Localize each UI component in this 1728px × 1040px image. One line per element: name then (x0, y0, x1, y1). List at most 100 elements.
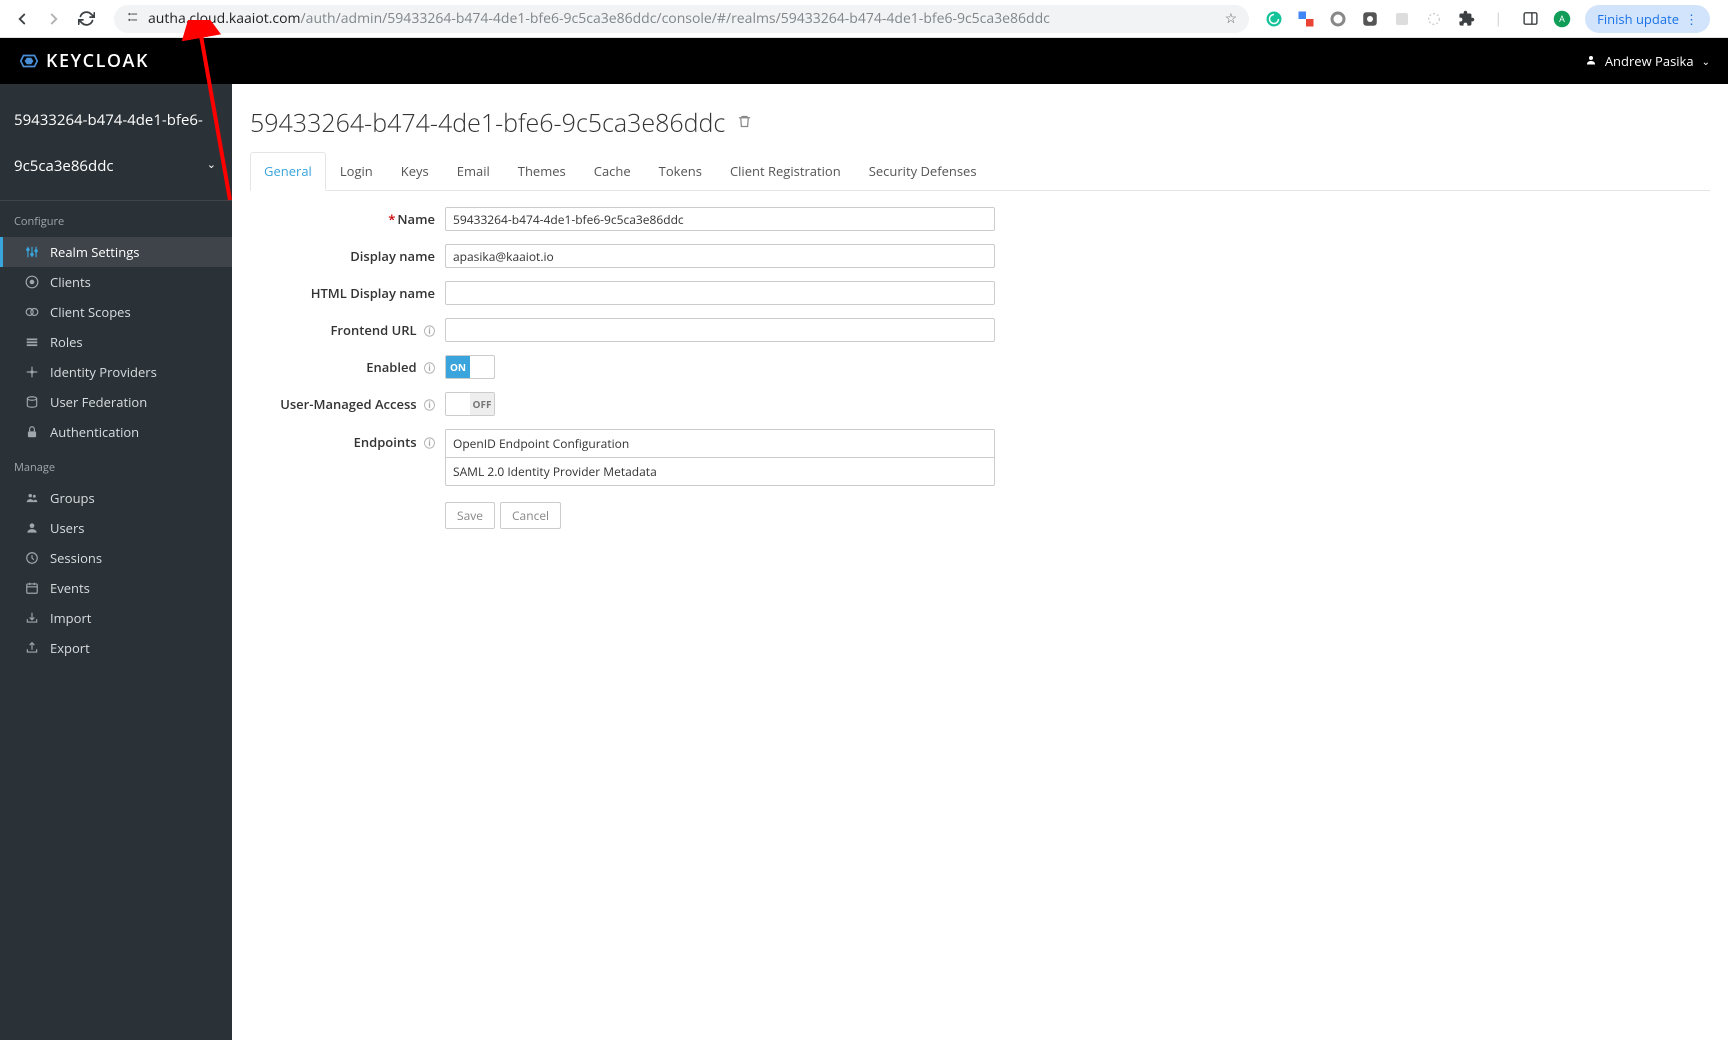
toggle-off-label: OFF (470, 393, 494, 415)
toggle-handle (446, 393, 470, 415)
logo[interactable]: KEYCLOAK (18, 49, 149, 73)
back-button[interactable] (10, 7, 34, 31)
save-button[interactable]: Save (445, 502, 495, 529)
user-menu[interactable]: Andrew Pasika ⌄ (1585, 52, 1710, 70)
url-domain: autha.cloud.kaaiot.com (148, 9, 301, 28)
keycloak-logo-icon (18, 50, 40, 72)
extensions-puzzle-icon[interactable] (1457, 10, 1475, 28)
trash-icon[interactable] (737, 112, 752, 134)
display-name-input[interactable] (445, 244, 995, 268)
tab-security-defenses[interactable]: Security Defenses (855, 152, 991, 190)
ext-icon-translate[interactable] (1297, 10, 1315, 28)
sidebar-item-label: Sessions (50, 549, 102, 567)
federation-icon (24, 395, 40, 409)
sidebar-item-label: Import (50, 609, 91, 627)
panel-toggle-icon[interactable] (1521, 10, 1539, 28)
sidebar-item-client-scopes[interactable]: Client Scopes (0, 297, 232, 327)
profile-avatar[interactable]: A (1553, 10, 1571, 28)
help-icon[interactable]: ⓘ (424, 361, 435, 376)
finish-update-button[interactable]: Finish update ⋮ (1585, 5, 1710, 33)
sidebar-item-users[interactable]: Users (0, 513, 232, 543)
sidebar-item-label: Realm Settings (50, 243, 139, 261)
form-actions: Save Cancel (250, 502, 1710, 529)
tab-keys[interactable]: Keys (387, 152, 443, 190)
sidebar-item-label: Authentication (50, 423, 139, 441)
sidebar-item-authentication[interactable]: Authentication (0, 417, 232, 447)
help-icon[interactable]: ⓘ (424, 436, 435, 451)
sidebar-item-label: Users (50, 519, 84, 537)
user-managed-access-toggle[interactable]: OFF (445, 392, 495, 416)
sidebar-item-realm-settings[interactable]: Realm Settings (0, 237, 232, 267)
export-icon (24, 641, 40, 655)
form-group-enabled: Enabled ⓘ ON (250, 355, 1710, 379)
sidebar-item-clients[interactable]: Clients (0, 267, 232, 297)
form-group-html-display-name: HTML Display name (250, 281, 1710, 305)
logo-text: KEYCLOAK (46, 49, 149, 73)
user-name: Andrew Pasika (1605, 52, 1694, 70)
sidebar-item-identity-providers[interactable]: Identity Providers (0, 357, 232, 387)
name-input[interactable] (445, 207, 995, 231)
tabs: General Login Keys Email Themes Cache To… (250, 152, 1710, 191)
endpoint-openid[interactable]: OpenID Endpoint Configuration (446, 430, 994, 458)
sidebar-item-label: User Federation (50, 393, 147, 411)
tab-client-registration[interactable]: Client Registration (716, 152, 855, 190)
bookmark-star-icon[interactable]: ☆ (1225, 9, 1238, 28)
sidebar-section-manage: Manage (0, 447, 232, 483)
clients-icon (24, 275, 40, 289)
sidebar-item-roles[interactable]: Roles (0, 327, 232, 357)
tab-tokens[interactable]: Tokens (645, 152, 716, 190)
more-icon: ⋮ (1685, 10, 1698, 28)
site-info-icon[interactable] (126, 10, 140, 28)
content: 59433264-b474-4de1-bfe6-9c5ca3e86ddc Gen… (232, 84, 1728, 1040)
sidebar-item-groups[interactable]: Groups (0, 483, 232, 513)
help-icon[interactable]: ⓘ (424, 324, 435, 339)
cancel-button[interactable]: Cancel (500, 502, 561, 529)
sidebar-item-import[interactable]: Import (0, 603, 232, 633)
import-icon (24, 611, 40, 625)
form-group-user-managed-access: User-Managed Access ⓘ OFF (250, 392, 1710, 416)
enabled-toggle[interactable]: ON (445, 355, 495, 379)
tab-general[interactable]: General (250, 152, 326, 191)
tab-login[interactable]: Login (326, 152, 387, 190)
sidebar-item-sessions[interactable]: Sessions (0, 543, 232, 573)
ext-icon-gray2[interactable] (1425, 10, 1443, 28)
tab-cache[interactable]: Cache (580, 152, 645, 190)
frontend-url-input[interactable] (445, 318, 995, 342)
user-icon (24, 521, 40, 535)
form-group-frontend-url: Frontend URL ⓘ (250, 318, 1710, 342)
realm-selector[interactable]: 59433264-b474-4de1-bfe6- 9c5ca3e86ddc ⌄ (0, 84, 232, 201)
scopes-icon (24, 305, 40, 319)
ext-icon-gray1[interactable] (1393, 10, 1411, 28)
sidebar-item-label: Groups (50, 489, 95, 507)
calendar-icon (24, 581, 40, 595)
address-bar[interactable]: autha.cloud.kaaiot.com/auth/admin/594332… (114, 5, 1249, 33)
ext-icon-circle[interactable] (1329, 10, 1347, 28)
ext-icon-app[interactable] (1361, 10, 1379, 28)
reload-button[interactable] (74, 7, 98, 31)
ext-icon-grammarly[interactable] (1265, 10, 1283, 28)
label-endpoints: Endpoints ⓘ (250, 429, 445, 451)
browser-bar: autha.cloud.kaaiot.com/auth/admin/594332… (0, 0, 1728, 38)
sidebar-item-events[interactable]: Events (0, 573, 232, 603)
realm-name-line2: 9c5ca3e86ddc (14, 154, 218, 178)
label-display-name: Display name (250, 247, 445, 265)
help-icon[interactable]: ⓘ (424, 398, 435, 413)
top-bar: KEYCLOAK Andrew Pasika ⌄ (0, 38, 1728, 84)
sidebar-item-user-federation[interactable]: User Federation (0, 387, 232, 417)
chevron-down-icon: ⌄ (1702, 54, 1710, 68)
lock-icon (24, 425, 40, 439)
tab-themes[interactable]: Themes (504, 152, 580, 190)
svg-text:A: A (1559, 12, 1565, 25)
toggle-handle (470, 356, 494, 378)
chevron-down-icon: ⌄ (207, 156, 216, 174)
sidebar-item-export[interactable]: Export (0, 633, 232, 663)
endpoints-box: OpenID Endpoint Configuration SAML 2.0 I… (445, 429, 995, 486)
user-icon (1585, 52, 1597, 70)
endpoint-saml[interactable]: SAML 2.0 Identity Provider Metadata (446, 458, 994, 485)
html-display-name-input[interactable] (445, 281, 995, 305)
forward-button[interactable] (42, 7, 66, 31)
tab-email[interactable]: Email (443, 152, 504, 190)
sidebar: 59433264-b474-4de1-bfe6- 9c5ca3e86ddc ⌄ … (0, 84, 232, 1040)
sidebar-item-label: Export (50, 639, 90, 657)
identity-icon (24, 365, 40, 379)
